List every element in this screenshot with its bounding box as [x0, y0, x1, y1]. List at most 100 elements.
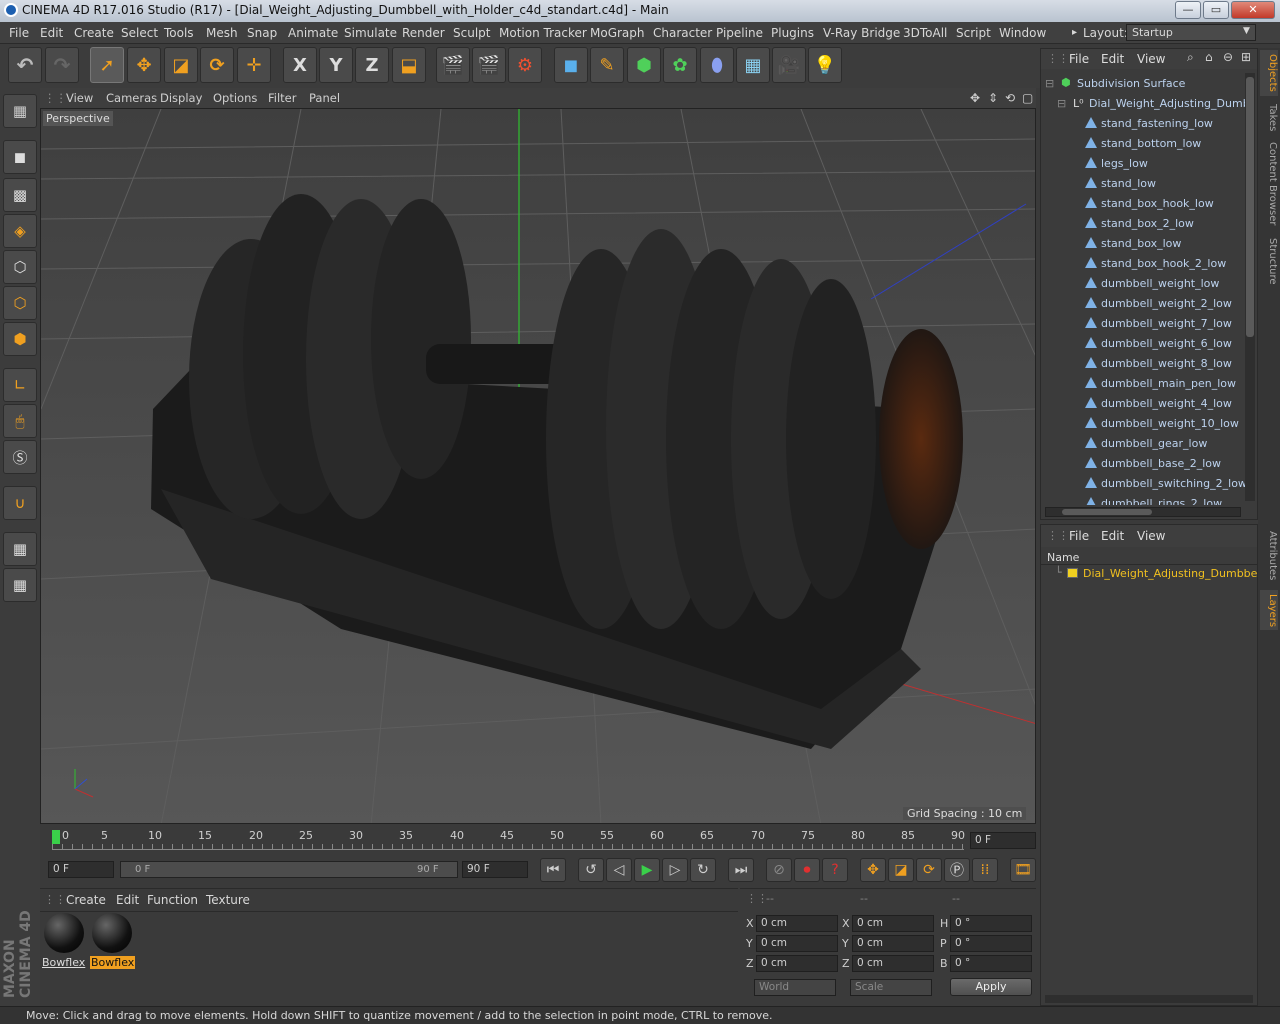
- rotation-b-field[interactable]: 0 °: [950, 955, 1032, 972]
- mograph-cloner-icon[interactable]: ✿: [663, 47, 697, 83]
- viewport-menu-cameras[interactable]: Cameras: [106, 91, 157, 105]
- menu-window[interactable]: Window: [999, 26, 1046, 40]
- size-mode-dropdown[interactable]: Scale: [850, 979, 932, 996]
- polygons-mode-icon[interactable]: ⬢: [3, 322, 37, 356]
- redo-icon[interactable]: ↷: [45, 47, 79, 83]
- tab-content-browser[interactable]: Content Browser: [1260, 138, 1278, 230]
- camera-icon[interactable]: 🎥: [772, 47, 806, 83]
- move-icon[interactable]: ✥: [127, 47, 161, 83]
- object-item[interactable]: dumbbell_base_2_low: [1041, 453, 1257, 473]
- rotation-h-field[interactable]: 0 °: [950, 915, 1032, 932]
- end-frame-field[interactable]: 90 F: [462, 861, 528, 878]
- previous-key-icon[interactable]: ↺: [578, 858, 604, 882]
- solo-mode-icon[interactable]: Ⓢ: [3, 440, 37, 474]
- tweak-mode-icon[interactable]: 🖱: [3, 404, 37, 438]
- object-item[interactable]: dumbbell_main_pen_low: [1041, 373, 1257, 393]
- menu-snap[interactable]: Snap: [247, 26, 277, 40]
- key-parameter-icon[interactable]: Ⓟ: [944, 858, 970, 882]
- autokey-icon[interactable]: ⏺: [794, 858, 820, 882]
- object-item[interactable]: stand_box_2_low: [1041, 213, 1257, 233]
- play-icon[interactable]: ▶: [634, 858, 660, 882]
- current-frame-field[interactable]: 0 F: [970, 832, 1036, 849]
- deformer-icon[interactable]: ⬮: [700, 47, 734, 83]
- keyframe-selection-icon[interactable]: ?: [822, 858, 848, 882]
- timeline-window-icon[interactable]: 🎞: [1010, 858, 1036, 882]
- object-menu-file[interactable]: File: [1069, 52, 1089, 66]
- dolly-view-icon[interactable]: ⇕: [988, 91, 998, 105]
- menu-simulate[interactable]: Simulate: [344, 26, 397, 40]
- object-item[interactable]: dumbbell_weight_8_low: [1041, 353, 1257, 373]
- axis-mode-icon[interactable]: ∟: [3, 368, 37, 402]
- vertical-scrollbar[interactable]: [1245, 73, 1255, 501]
- menu-script[interactable]: Script: [956, 26, 991, 40]
- coordinate-space-dropdown[interactable]: World: [754, 979, 836, 996]
- close-button[interactable]: ✕: [1231, 1, 1275, 19]
- tab-takes[interactable]: Takes: [1260, 100, 1278, 134]
- object-item[interactable]: legs_low: [1041, 153, 1257, 173]
- object-menu-edit[interactable]: Edit: [1101, 52, 1124, 66]
- menu-plugins[interactable]: Plugins: [771, 26, 814, 40]
- menu-tools[interactable]: Tools: [164, 26, 194, 40]
- scrollbar-thumb[interactable]: [1246, 77, 1254, 337]
- menu-vray-bridge[interactable]: V-Ray Bridge: [823, 26, 900, 40]
- grid-rotate-icon[interactable]: ▦: [3, 568, 37, 602]
- coordinate-system-icon[interactable]: ⬓: [392, 47, 426, 83]
- menu-motion-tracker[interactable]: Motion Tracker: [499, 26, 587, 40]
- material-menu-function[interactable]: Function: [147, 893, 198, 907]
- viewport-menu-filter[interactable]: Filter: [268, 91, 296, 105]
- layout-dropdown[interactable]: Startup ▼: [1126, 24, 1256, 41]
- tab-layers[interactable]: Layers: [1260, 590, 1278, 630]
- render-view-icon[interactable]: 🎬: [436, 47, 470, 83]
- timeline-ruler[interactable]: 0 5 10 15 20 25 30 35 40 45 50 55 60 65 …: [40, 826, 1036, 856]
- material-swatch-selected[interactable]: Bowflex: [90, 913, 136, 969]
- scrollbar-thumb[interactable]: [1062, 509, 1152, 515]
- tab-attributes[interactable]: Attributes: [1260, 526, 1278, 586]
- menu-create[interactable]: Create: [74, 26, 114, 40]
- object-item[interactable]: dumbbell_weight_7_low: [1041, 313, 1257, 333]
- record-keys-icon[interactable]: ⊘: [766, 858, 792, 882]
- rotate-icon[interactable]: ⟳: [200, 47, 234, 83]
- menu-3dtoall[interactable]: 3DToAll: [903, 26, 947, 40]
- next-frame-icon[interactable]: ▷: [662, 858, 688, 882]
- object-item[interactable]: dumbbell_weight_low: [1041, 273, 1257, 293]
- key-rotation-icon[interactable]: ⟳: [916, 858, 942, 882]
- object-item[interactable]: stand_bottom_low: [1041, 133, 1257, 153]
- object-item[interactable]: dumbbell_weight_10_low: [1041, 413, 1257, 433]
- tab-structure[interactable]: Structure: [1260, 234, 1278, 288]
- apply-button[interactable]: Apply: [950, 978, 1032, 996]
- model-mode-icon[interactable]: ◼: [3, 140, 37, 174]
- minimize-button[interactable]: —: [1175, 1, 1201, 19]
- object-root[interactable]: ⊟ ⬢ Subdivision Surface: [1041, 73, 1257, 93]
- object-group[interactable]: ⊟ L⁰ Dial_Weight_Adjusting_Dumb: [1041, 93, 1257, 113]
- home-icon[interactable]: ⌂: [1205, 50, 1213, 64]
- menu-render[interactable]: Render: [402, 26, 445, 40]
- viewport-perspective[interactable]: Perspective Grid Spacing : 10 cm: [40, 108, 1036, 824]
- menu-mograph[interactable]: MoGraph: [590, 26, 645, 40]
- pan-view-icon[interactable]: ✥: [970, 91, 980, 105]
- undo-icon[interactable]: ↶: [8, 47, 42, 83]
- object-item[interactable]: stand_box_hook_2_low: [1041, 253, 1257, 273]
- texture-mode-icon[interactable]: ▩: [3, 178, 37, 212]
- previous-frame-icon[interactable]: ◁: [606, 858, 632, 882]
- transform-icon[interactable]: ✛: [237, 47, 271, 83]
- snap-icon[interactable]: ∪: [3, 486, 37, 520]
- key-scale-icon[interactable]: ◪: [888, 858, 914, 882]
- object-item[interactable]: dumbbell_weight_6_low: [1041, 333, 1257, 353]
- light-icon[interactable]: 💡: [808, 47, 842, 83]
- search-icon[interactable]: ⌕: [1187, 50, 1194, 65]
- menu-file[interactable]: File: [9, 26, 29, 40]
- pen-spline-icon[interactable]: ✎: [590, 47, 624, 83]
- menu-character[interactable]: Character: [653, 26, 712, 40]
- menu-sculpt[interactable]: Sculpt: [453, 26, 490, 40]
- menu-select[interactable]: Select: [121, 26, 158, 40]
- viewport-menu-view[interactable]: View: [66, 91, 93, 105]
- layer-row[interactable]: └ Dial_Weight_Adjusting_Dumbbell: [1041, 565, 1264, 583]
- start-frame-field[interactable]: 0 F: [48, 861, 114, 878]
- object-item[interactable]: dumbbell_switching_2_low: [1041, 473, 1257, 493]
- material-menu-texture[interactable]: Texture: [206, 893, 250, 907]
- horizontal-scrollbar[interactable]: [1045, 507, 1241, 517]
- live-selection-icon[interactable]: ➚: [90, 47, 124, 83]
- position-y-field[interactable]: 0 cm: [756, 935, 838, 952]
- rotate-view-icon[interactable]: ⟲: [1005, 91, 1015, 105]
- filter-icon[interactable]: ⊖: [1223, 50, 1233, 64]
